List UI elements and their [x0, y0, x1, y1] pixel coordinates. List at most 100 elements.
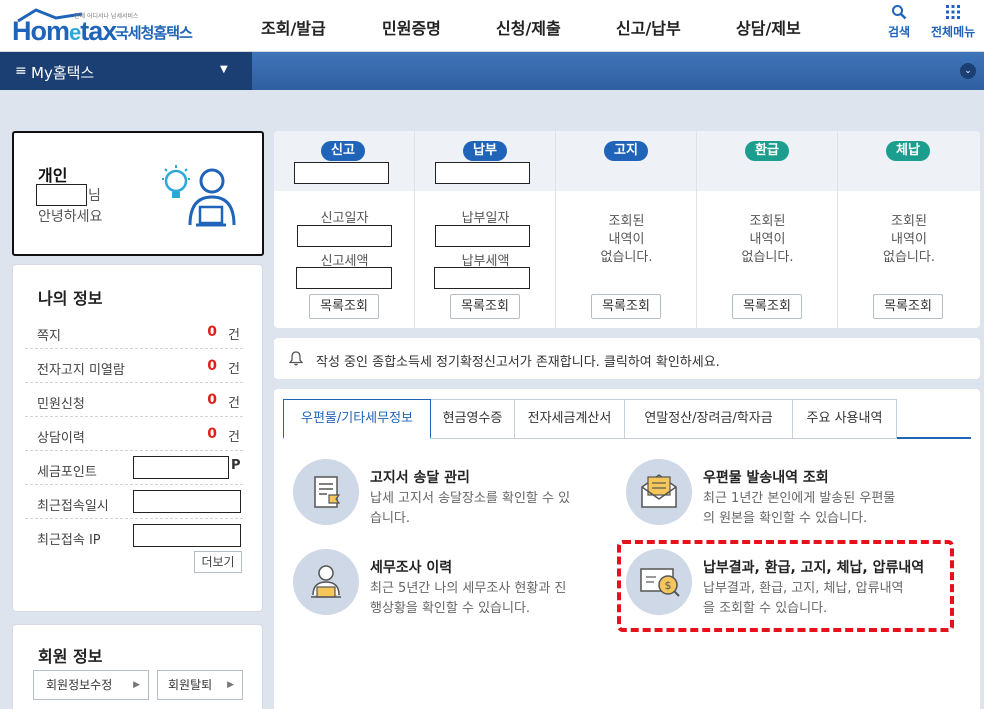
bell-icon [289, 351, 303, 366]
filing-list-button[interactable]: 목록조회 [309, 294, 379, 319]
filing-tax-name-field [294, 162, 389, 184]
mail-history-title[interactable]: 우편물 발송내역 조회 [703, 467, 829, 487]
info-row-consult-history[interactable]: 상담이력 0 건 [25, 417, 243, 451]
arrears-list-button[interactable]: 목록조회 [873, 294, 943, 319]
nav-certificates[interactable]: 민원증명 [382, 15, 441, 39]
arrears-pill: 체납 [886, 141, 930, 161]
filing-amount-field [296, 267, 392, 289]
payment-amount-field [434, 267, 530, 289]
status-col-refund: 환급 조회된 내역이 없습니다. 목록조회 [697, 131, 838, 328]
tab-e-tax-invoice[interactable]: 전자세금계산서 [515, 399, 625, 439]
my-hometax-tab-tip [236, 52, 252, 90]
nav-filing-payment[interactable]: 신고/납부 [616, 15, 681, 39]
status-col-notice: 고지 조회된 내역이 없습니다. 목록조회 [556, 131, 697, 328]
mail-history-icon[interactable] [626, 459, 692, 525]
info-label: 쪽지 [37, 329, 61, 344]
info-row-last-access: 최근접속일시 [25, 485, 243, 519]
payment-tax-name-field [435, 162, 530, 184]
payment-list-button[interactable]: 목록조회 [450, 294, 520, 319]
tax-notice-delivery-icon[interactable] [293, 459, 359, 525]
status-col-payment: 납부 납부일자 납부세액 목록조회 [415, 131, 556, 328]
tax-status-summary: 신고 신고일자 신고세액 목록조회 납부 납부일자 납부세액 목록조회 고지 조… [274, 131, 980, 328]
chevron-right-icon: ▶ [133, 680, 140, 690]
tax-notice-delivery-desc: 납세 고지서 송달장소를 확인할 수 있 습니다. [370, 491, 571, 526]
highlight-dashed-box [617, 540, 954, 632]
status-col-arrears: 체납 조회된 내역이 없습니다. 목록조회 [838, 131, 980, 328]
my-hometax-bar: ≡ My홈택스 ▼ ⌄ [0, 52, 984, 90]
tab-cash-receipt[interactable]: 현금영수증 [431, 399, 515, 439]
nav-application[interactable]: 신청/제출 [496, 15, 561, 39]
tax-audit-history-title[interactable]: 세무조사 이력 [370, 557, 452, 577]
filing-date-field [297, 225, 392, 247]
info-row-tax-points: 세금포인트 P [25, 451, 243, 485]
collapse-chevron-icon[interactable]: ⌄ [960, 63, 976, 79]
user-greeting-card: 개인 님 안녕하세요 [12, 131, 264, 256]
tax-audit-history-icon[interactable] [293, 549, 359, 615]
more-button[interactable]: 더보기 [194, 551, 242, 573]
withdraw-button[interactable]: 회원탈퇴 ▶ [157, 670, 243, 700]
search-icon [892, 5, 907, 20]
chevron-right-icon: ▶ [227, 680, 234, 690]
notice-text[interactable]: 작성 중인 종합소득세 정기확정신고서가 존재합니다. 클릭하여 확인하세요. [316, 351, 720, 370]
my-hometax-menu-button[interactable]: ≡ My홈택스 ▼ [0, 52, 252, 90]
notice-list-button[interactable]: 목록조회 [591, 294, 661, 319]
notice-empty-message: 조회된 내역이 없습니다. [600, 214, 653, 265]
info-row-last-ip: 최근접속 IP [25, 519, 243, 553]
info-row-e-notice[interactable]: 전자고지 미열람 0 건 [25, 349, 243, 383]
tax-audit-history-desc: 최근 5년간 나의 세무조사 현황과 진 행상황을 확인할 수 있습니다. [370, 581, 567, 616]
info-row-notes[interactable]: 쪽지 0 건 [25, 315, 243, 349]
draft-return-notice[interactable]: 작성 중인 종합소득세 정기확정신고서가 존재합니다. 클릭하여 확인하세요. [274, 338, 980, 379]
tab-mail[interactable]: 우편물/기타세무정보 [283, 399, 431, 439]
grid-menu-icon [946, 5, 961, 19]
last-ip-value [133, 524, 241, 547]
info-count[interactable]: 0 [207, 324, 217, 340]
user-idea-icon [162, 165, 236, 227]
points-unit: P [231, 458, 241, 473]
hometax-logo[interactable]: 언제 어디서나 납세서비스 Hometax 국세청홈택스 [12, 6, 197, 46]
info-unit: 건 [228, 328, 240, 343]
all-menu-button[interactable]: 전체메뉴 [931, 4, 975, 40]
edit-member-info-button[interactable]: 회원정보수정 ▶ [33, 670, 149, 700]
filing-date-label: 신고일자 [320, 211, 369, 226]
withdraw-label: 회원탈퇴 [168, 678, 213, 692]
nav-consulting[interactable]: 상담/제보 [736, 15, 801, 39]
payment-date-field [435, 225, 530, 247]
info-count[interactable]: 0 [207, 392, 217, 408]
info-unit: 건 [228, 430, 240, 445]
top-header: 언제 어디서나 납세서비스 Hometax 국세청홈택스 조회/발급 민원증명 … [0, 0, 984, 52]
payment-date-label: 납부일자 [461, 211, 510, 226]
hamburger-icon: ≡ [15, 63, 27, 79]
my-info-title: 나의 정보 [38, 289, 103, 308]
info-count[interactable]: 0 [207, 426, 217, 442]
notice-pill: 고지 [604, 141, 648, 161]
info-unit: 건 [228, 396, 240, 411]
mail-history-desc: 최근 1년간 본인에게 발송된 우편물 의 원본을 확인할 수 있습니다. [703, 491, 896, 526]
search-label: 검색 [888, 25, 911, 39]
user-name-field [36, 184, 87, 206]
logo-korean-name: 국세청홈택스 [115, 24, 193, 42]
nav-inquiry[interactable]: 조회/발급 [261, 15, 326, 39]
info-row-civil-requests[interactable]: 민원신청 0 건 [25, 383, 243, 417]
dropdown-arrow-icon: ▼ [220, 64, 228, 75]
all-menu-label: 전체메뉴 [931, 25, 976, 39]
tab-usage-history[interactable]: 주요 사용내역 [793, 399, 897, 439]
refund-pill: 환급 [745, 141, 789, 161]
status-col-filing: 신고 신고일자 신고세액 목록조회 [274, 131, 415, 328]
info-count[interactable]: 0 [207, 358, 217, 374]
greeting-text: 안녕하세요 [38, 209, 103, 225]
info-label: 상담이력 [37, 431, 85, 446]
user-type-label: 개인 [38, 166, 68, 185]
tax-notice-delivery-title[interactable]: 고지서 송달 관리 [370, 467, 470, 487]
filing-pill: 신고 [321, 141, 365, 161]
member-info-panel: 회원 정보 회원정보수정 ▶ 회원탈퇴 ▶ [12, 624, 263, 709]
tab-year-end[interactable]: 연말정산/장려금/학자금 [625, 399, 793, 439]
refund-empty-message: 조회된 내역이 없습니다. [741, 214, 794, 265]
arrears-empty-message: 조회된 내역이 없습니다. [883, 214, 935, 265]
search-button[interactable]: 검색 [888, 4, 910, 40]
last-access-value [133, 490, 241, 513]
payment-pill: 납부 [463, 141, 507, 161]
info-label: 최근접속일시 [37, 499, 109, 514]
info-label: 민원신청 [37, 397, 85, 412]
tax-points-value [133, 456, 229, 479]
refund-list-button[interactable]: 목록조회 [732, 294, 802, 319]
